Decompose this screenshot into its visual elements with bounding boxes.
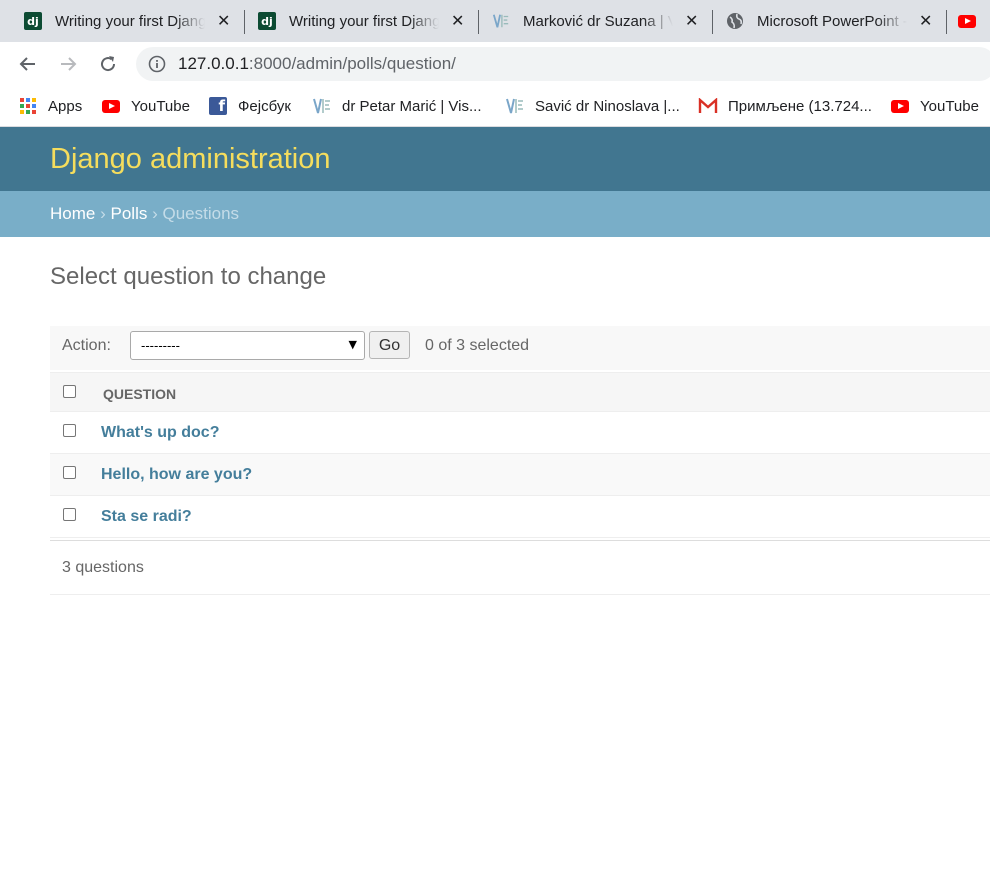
bookmark-label: Apps xyxy=(48,97,83,115)
django-icon: dj xyxy=(258,12,276,30)
close-tab-icon[interactable]: ✕ xyxy=(919,11,932,30)
bookmark-gmail[interactable]: Примљене (13.724... xyxy=(698,96,872,116)
youtube-icon xyxy=(958,14,976,28)
action-select-value: --------- xyxy=(141,338,180,353)
browser-tab-3[interactable]: Marković dr Suzana | Visoka ✕ xyxy=(468,0,712,42)
breadcrumb-polls-link[interactable]: Polls xyxy=(111,204,148,223)
tab-title: Marković dr Suzana | Visoka xyxy=(523,12,673,30)
question-link[interactable]: Hello, how are you? xyxy=(101,466,252,484)
bookmark-savic-ninoslava[interactable]: Savić dr Ninoslava |... xyxy=(505,96,680,116)
bookmark-youtube[interactable]: YouTube xyxy=(101,96,190,116)
url-path: :8000/admin/polls/question/ xyxy=(248,54,456,73)
bookmark-label: dr Petar Marić | Vis... xyxy=(342,97,482,115)
browser-tab-4[interactable]: Microsoft PowerPoint - Predavanje ✕ xyxy=(702,0,946,42)
bookmark-youtube-2[interactable]: YouTube xyxy=(890,96,979,116)
bookmark-apps[interactable]: Apps xyxy=(18,96,82,116)
bookmark-label: Примљене (13.724... xyxy=(728,97,872,115)
url-text[interactable]: 127.0.0.1:8000/admin/polls/question/ xyxy=(178,54,456,74)
bookmark-label: Savić dr Ninoslava |... xyxy=(535,97,680,115)
selection-counter: 0 of 3 selected xyxy=(425,337,530,354)
vts-icon xyxy=(492,12,510,30)
reload-icon[interactable] xyxy=(96,52,120,76)
close-tab-icon[interactable]: ✕ xyxy=(451,11,464,30)
row-checkbox[interactable] xyxy=(63,508,76,521)
bookmark-label: YouTube xyxy=(131,97,190,115)
paginator: 3 questions xyxy=(50,540,990,595)
tab-title: Writing your first Django app, part 2 xyxy=(289,12,439,30)
info-icon[interactable] xyxy=(148,55,166,73)
django-icon: dj xyxy=(24,12,42,30)
apps-grid-icon xyxy=(18,97,38,115)
vts-icon xyxy=(505,97,525,115)
row-checkbox[interactable] xyxy=(63,466,76,479)
browser-tab-strip: dj Writing your first Django app, part 2… xyxy=(0,0,990,42)
gmail-icon xyxy=(698,97,718,115)
dropdown-arrow-icon: ▼ xyxy=(348,338,357,351)
row-checkbox[interactable] xyxy=(63,424,76,437)
globe-icon xyxy=(726,12,744,30)
page-title: Select question to change xyxy=(50,263,327,290)
breadcrumb: Home › Polls › Questions xyxy=(0,191,990,237)
table-row: Hello, how are you? xyxy=(50,454,990,496)
breadcrumb-separator: › xyxy=(152,204,158,223)
close-tab-icon[interactable]: ✕ xyxy=(685,11,698,30)
admin-header: Django administration xyxy=(0,127,990,191)
action-select[interactable]: --------- ▼ xyxy=(130,331,365,360)
bookmark-petar-maric[interactable]: dr Petar Marić | Vis... xyxy=(312,96,482,116)
table-row: What's up doc? xyxy=(50,412,990,454)
table-header: QUESTION xyxy=(50,372,990,412)
actions-bar: Action: --------- ▼ Go 0 of 3 selected xyxy=(50,326,990,370)
back-arrow-icon[interactable] xyxy=(16,52,40,76)
column-header-question[interactable]: QUESTION xyxy=(103,386,176,402)
browser-tab-1[interactable]: dj Writing your first Django app, part 2… xyxy=(0,0,244,42)
vts-icon xyxy=(312,97,332,115)
select-all-checkbox[interactable] xyxy=(63,385,76,398)
question-link[interactable]: Sta se radi? xyxy=(101,508,192,526)
bookmark-facebook[interactable]: f Фејсбук xyxy=(208,96,291,116)
facebook-icon: f xyxy=(208,97,228,115)
question-link[interactable]: What's up doc? xyxy=(101,424,219,442)
go-button[interactable]: Go xyxy=(369,331,410,359)
forward-arrow-icon[interactable] xyxy=(56,52,80,76)
browser-tab-2[interactable]: dj Writing your first Django app, part 2… xyxy=(234,0,478,42)
site-branding[interactable]: Django administration xyxy=(50,143,330,176)
bookmark-label: YouTube xyxy=(920,97,979,115)
bookmarks-bar: Apps YouTube f Фејсбук dr Petar Marić | … xyxy=(0,88,990,127)
result-count: 3 questions xyxy=(62,559,144,576)
youtube-icon xyxy=(101,97,121,115)
breadcrumb-separator: › xyxy=(100,204,106,223)
results-table: QUESTION What's up doc? Hello, how are y… xyxy=(50,372,990,538)
close-tab-icon[interactable]: ✕ xyxy=(217,11,230,30)
bookmark-label: Фејсбук xyxy=(238,97,291,115)
breadcrumb-home-link[interactable]: Home xyxy=(50,204,95,223)
tab-title: Microsoft PowerPoint - Predavanje xyxy=(757,12,907,30)
table-row: Sta se radi? xyxy=(50,496,990,538)
tab-separator xyxy=(946,10,947,34)
tab-title: Writing your first Django app, part 2 xyxy=(55,12,205,30)
breadcrumb-current: Questions xyxy=(162,204,240,223)
browser-tab-5[interactable] xyxy=(956,0,990,42)
youtube-icon xyxy=(890,97,910,115)
address-bar[interactable]: 127.0.0.1:8000/admin/polls/question/ xyxy=(136,47,990,81)
browser-toolbar: 127.0.0.1:8000/admin/polls/question/ xyxy=(0,42,990,88)
action-label: Action: xyxy=(62,337,111,354)
url-host: 127.0.0.1 xyxy=(178,54,249,73)
